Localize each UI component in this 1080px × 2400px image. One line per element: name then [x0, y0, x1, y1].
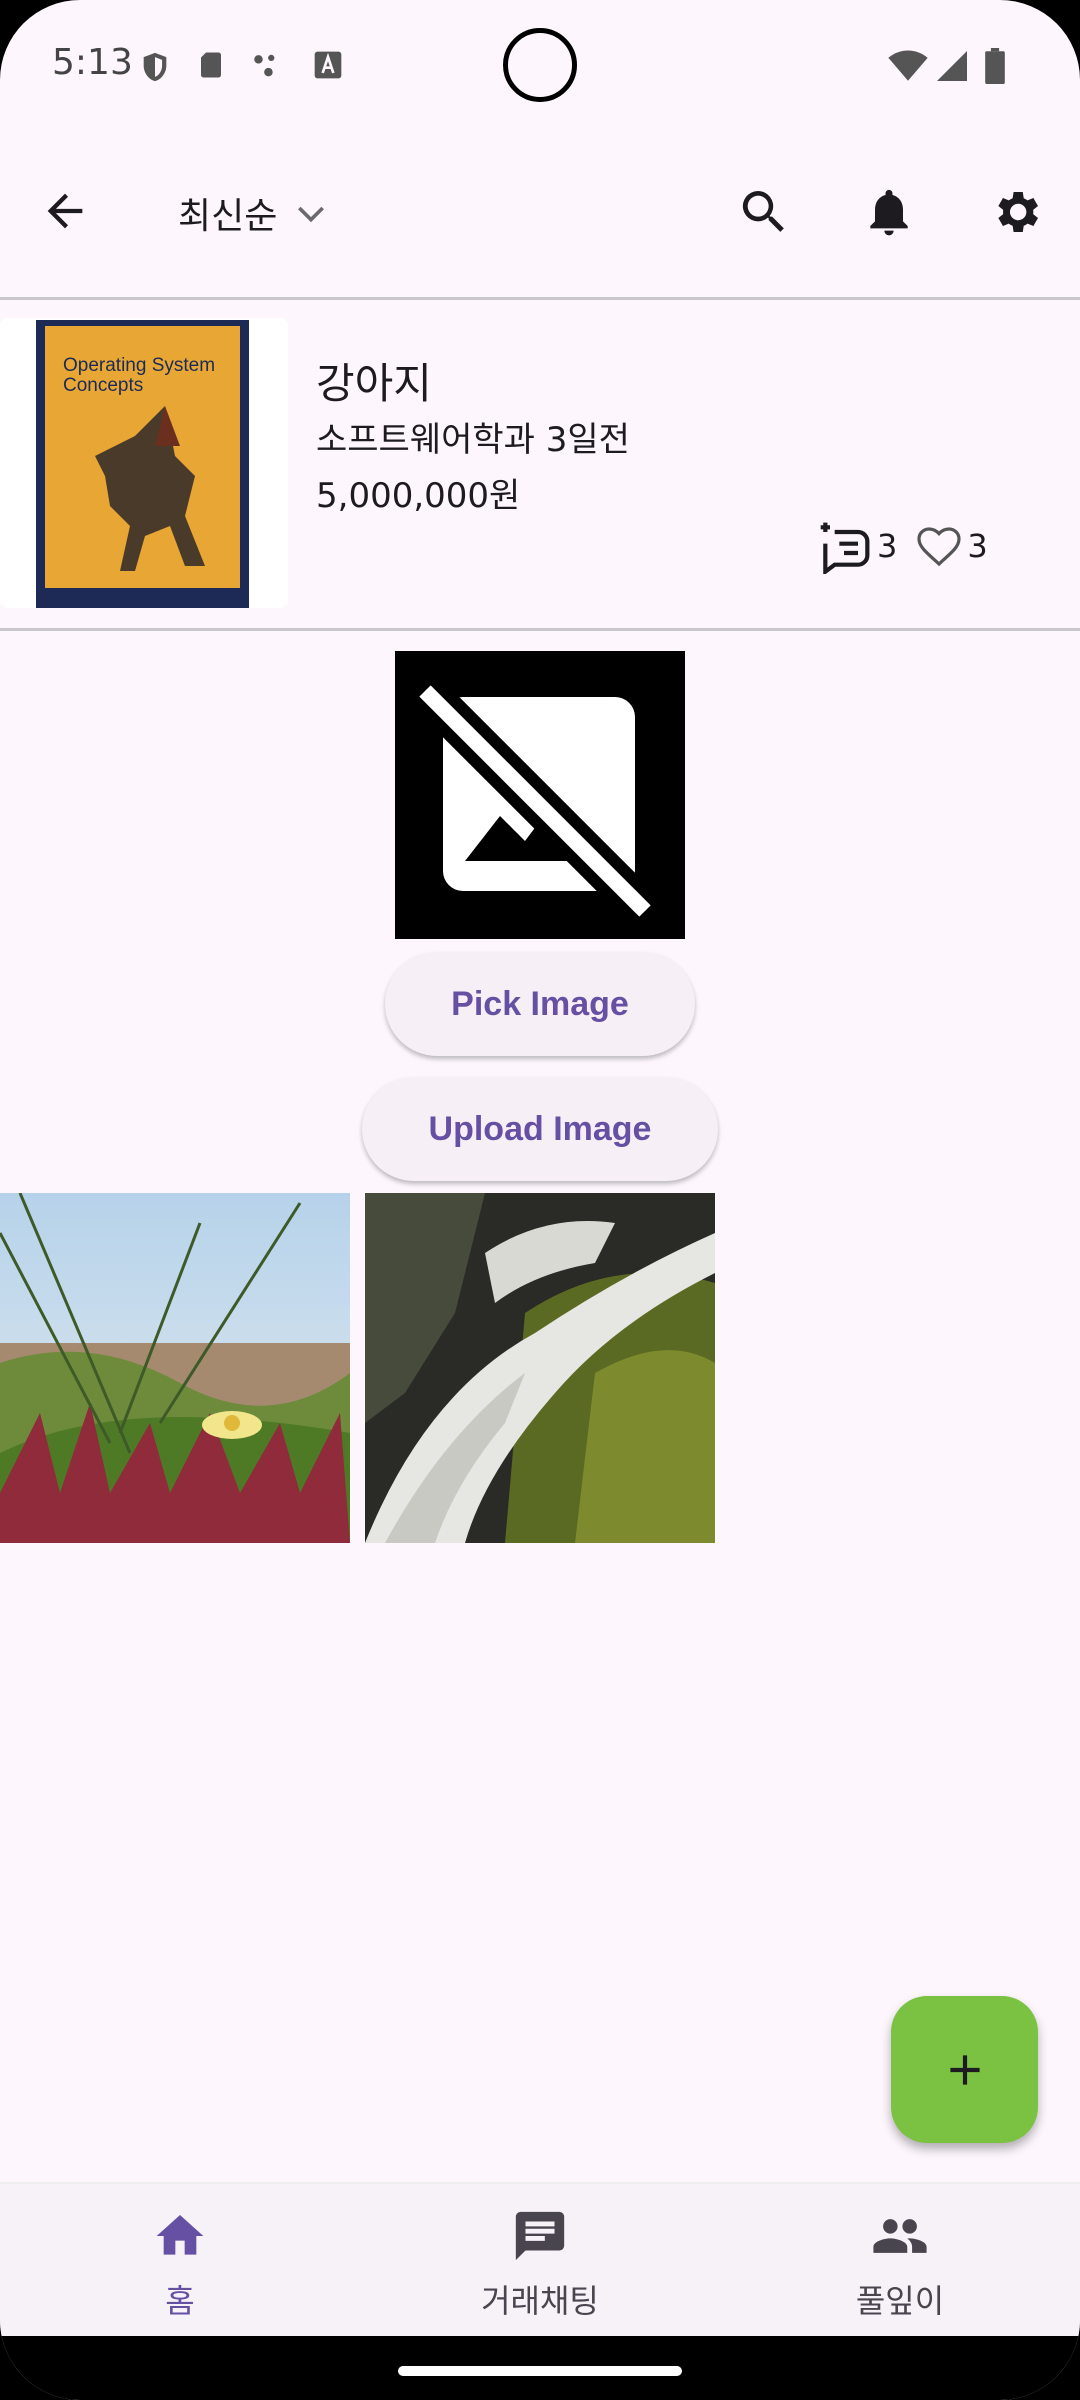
- bell-icon: [870, 189, 908, 236]
- listing-title: 강아지: [316, 359, 432, 408]
- image-thumbnail[interactable]: [365, 1193, 715, 1543]
- nav-item-chat[interactable]: 거래채팅: [360, 2184, 720, 2338]
- keyboard-a-icon: [314, 51, 342, 79]
- shield-icon: [143, 52, 167, 82]
- book-cover-art: Operating System Concepts: [36, 320, 249, 608]
- chevron-down-icon: [298, 206, 325, 223]
- listing-thumbnail: Operating System Concepts: [0, 318, 288, 608]
- status-time: 5:13: [52, 42, 133, 83]
- dinosaur-illustration: [95, 406, 205, 571]
- plus-icon: [949, 2054, 980, 2085]
- people-icon: [870, 2206, 930, 2266]
- wifi-icon: [888, 50, 928, 81]
- app-screen: 5:13 최신순 Operating System Concepts 강아지 소…: [0, 0, 1080, 2400]
- like-count: 3: [967, 527, 988, 565]
- search-icon: [742, 191, 784, 232]
- home-icon: [150, 2206, 210, 2266]
- gear-icon: [998, 191, 1038, 233]
- no-image-placeholder: [395, 651, 685, 939]
- listing-meta: 소프트웨어학과 3일전: [316, 420, 630, 460]
- chat-icon: [510, 2206, 570, 2266]
- cell-signal-icon: [937, 51, 967, 81]
- flower-photo: [0, 1193, 350, 1543]
- home-gesture-bar[interactable]: [398, 2366, 682, 2376]
- listing-price: 5,000,000원: [316, 476, 521, 516]
- waterfall-photo: [365, 1193, 715, 1543]
- bottom-navigation: 홈 거래채팅 풀잎이: [0, 2182, 1080, 2336]
- nav-label-people: 풀잎이: [855, 2282, 945, 2320]
- sort-dropdown[interactable]: 최신순: [178, 178, 331, 248]
- chat-add-icon: [820, 522, 870, 574]
- upload-image-button[interactable]: Upload Image: [362, 1077, 718, 1181]
- settings-button[interactable]: [980, 176, 1052, 248]
- status-bar: 5:13: [0, 0, 1080, 130]
- book-cover-title: Operating System Concepts: [63, 355, 216, 396]
- nav-label-home: 홈: [165, 2282, 195, 2320]
- heart-icon: [917, 527, 961, 567]
- camera-cutout: [503, 28, 577, 102]
- pick-image-button[interactable]: Pick Image: [385, 952, 695, 1056]
- battery-icon: [985, 48, 1005, 84]
- listing-stats: 3 3: [815, 518, 988, 574]
- notifications-button[interactable]: [853, 176, 925, 248]
- nav-label-chat: 거래채팅: [481, 2282, 599, 2320]
- sort-label: 최신순: [178, 196, 278, 237]
- image-thumbnail[interactable]: [0, 1193, 350, 1543]
- top-app-bar: 최신순: [0, 130, 1080, 298]
- nav-item-people[interactable]: 풀잎이: [720, 2184, 1080, 2338]
- back-button[interactable]: [30, 176, 100, 246]
- hide-image-icon: [410, 676, 660, 926]
- listing-item[interactable]: Operating System Concepts 강아지 소프트웨어학과 3일…: [0, 300, 1080, 628]
- add-listing-fab[interactable]: [891, 1996, 1038, 2143]
- assistant-dots-icon: [254, 54, 275, 77]
- arrow-back-icon: [47, 193, 83, 229]
- listing-divider: [0, 628, 1080, 631]
- sd-card-icon: [201, 52, 221, 78]
- nav-item-home[interactable]: 홈: [0, 2184, 360, 2338]
- chat-count: 3: [877, 527, 898, 565]
- search-button[interactable]: [728, 176, 800, 248]
